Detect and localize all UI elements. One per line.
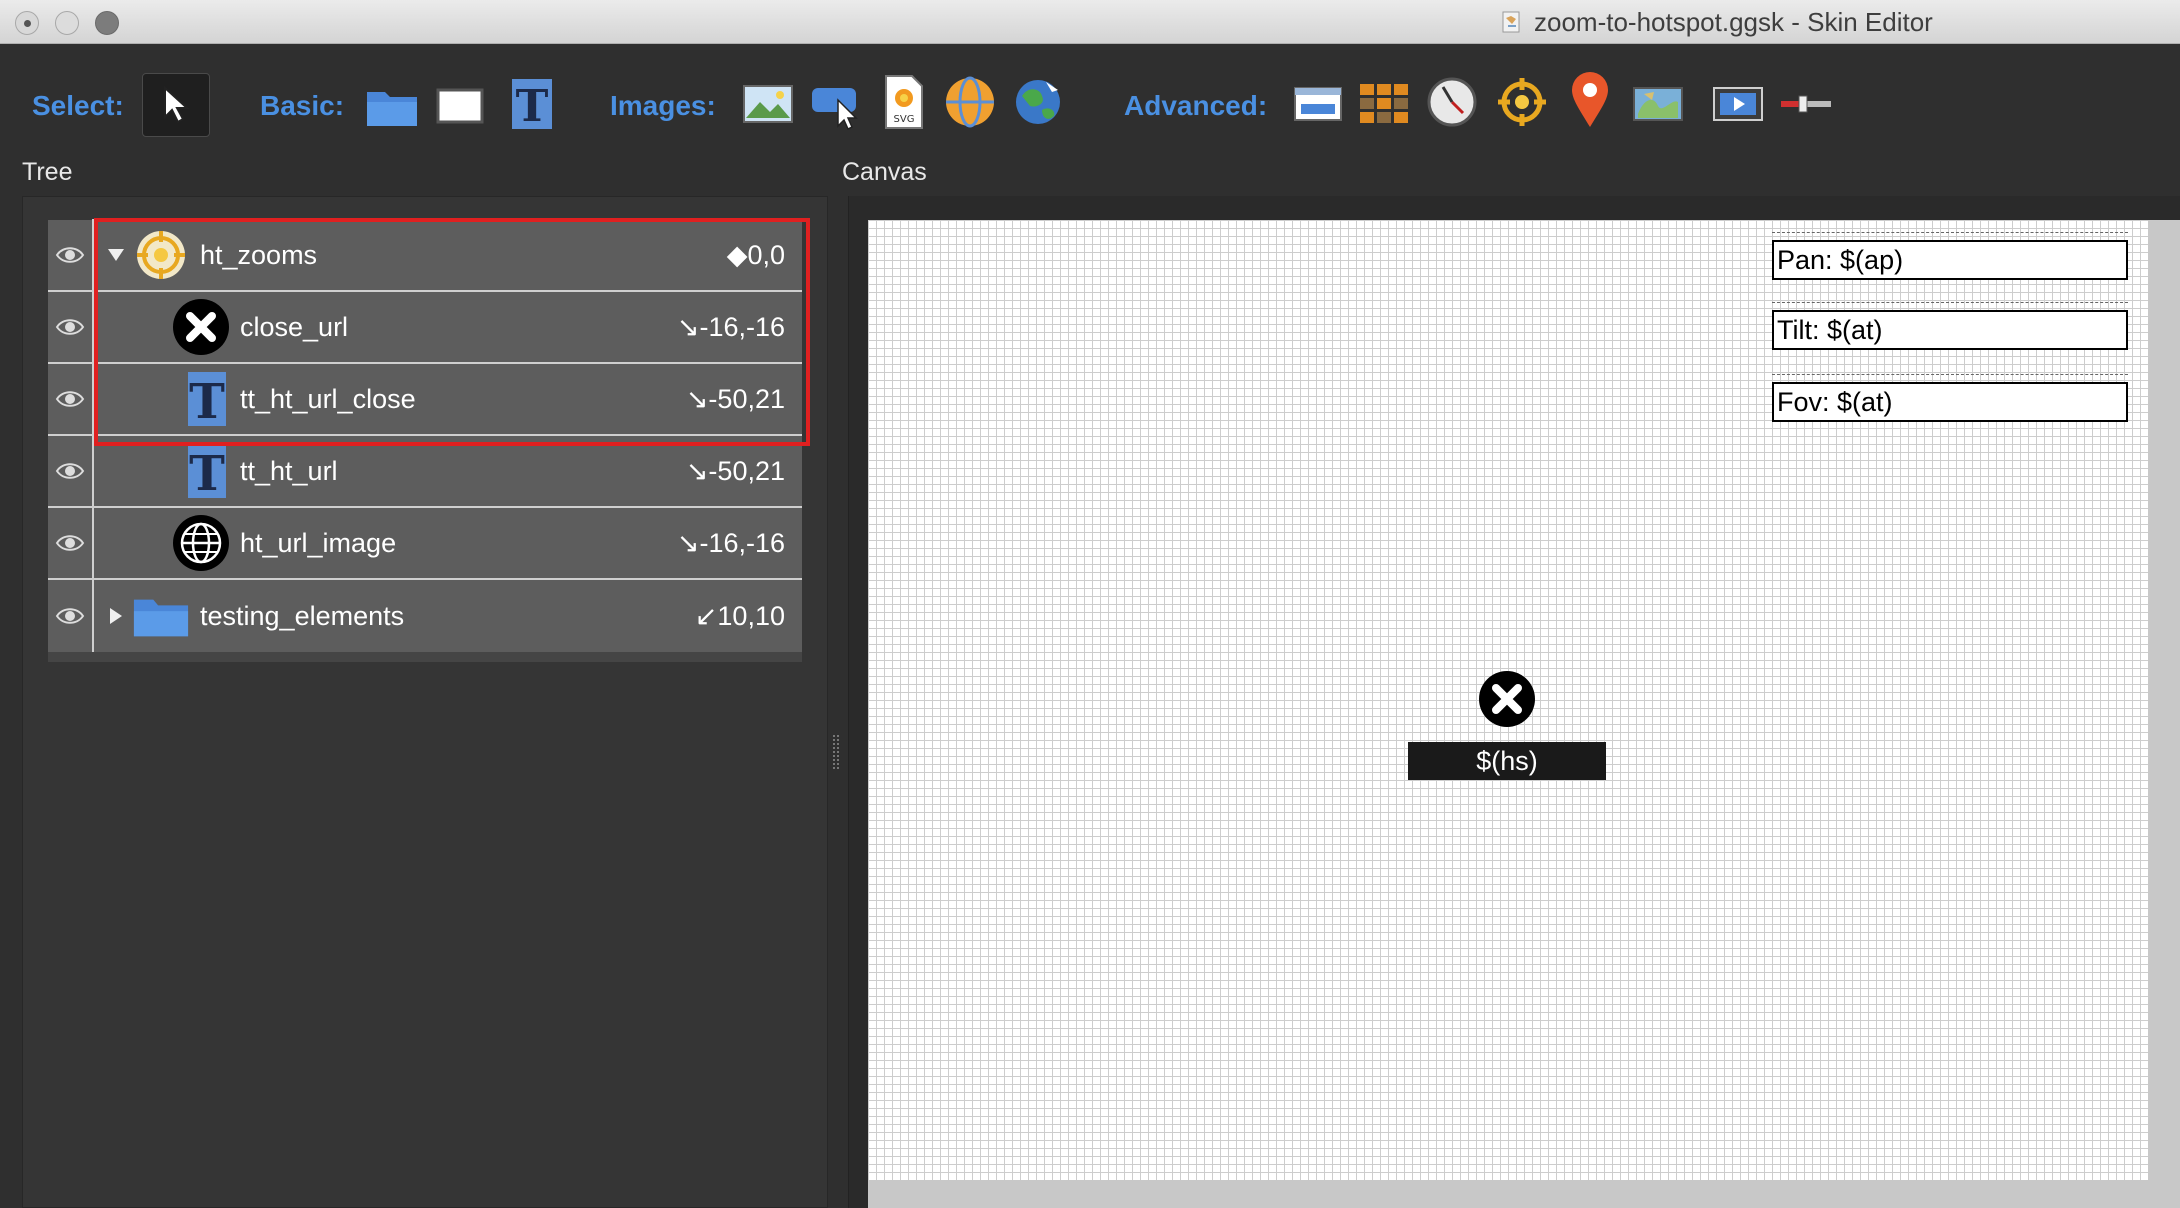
visibility-toggle[interactable] [48,363,94,435]
eye-icon [55,463,85,479]
tree-item-position: ↘-16,-16 [676,527,785,558]
hotspot-target-icon[interactable] [1494,74,1550,130]
tree-item-label: tt_ht_url_close [240,383,416,414]
eye-icon [55,535,85,551]
eye-icon [55,319,85,335]
window-title: zoom-to-hotspot.ggsk - Skin Editor [1534,6,1933,37]
hotspot-target-icon [132,226,190,284]
text-icon: T [178,442,236,500]
select-tool-button[interactable] [142,73,210,137]
video-icon[interactable] [1710,76,1766,132]
grid-icon[interactable] [1356,76,1412,132]
svg-text:T: T [189,446,225,500]
map-window-icon[interactable] [1290,76,1346,132]
fov-text-element[interactable]: Fov: $(at) [1772,382,2128,422]
advanced-label: Advanced: [1124,90,1268,121]
visibility-toggle[interactable] [48,291,94,363]
tree-row-tt-ht-url-close[interactable]: T tt_ht_url_close ↘-50,21 [48,363,802,436]
arrow-pointer-icon [164,85,190,124]
images-label: Images: [610,90,716,121]
tree-row-ht-url-image[interactable]: ht_url_image ↘-16,-16 [48,507,802,580]
guide-line [1772,302,2128,303]
select-label: Select: [32,90,124,121]
zoom-window-button[interactable] [95,11,119,35]
slider-icon[interactable] [1778,76,1834,132]
canvas-vertical-scrollbar[interactable] [2148,220,2180,1180]
tree-item-label: tt_ht_url [240,455,338,486]
tree-item-label: testing_elements [200,600,405,631]
globe-icon[interactable] [1010,74,1066,130]
text-icon: T [178,370,236,428]
minimize-window-button[interactable] [55,11,79,35]
guide-line [1772,232,2128,233]
tree-panel-title: Tree [22,158,73,186]
tree-list: ht_zooms ◆0,0 close_url ↘-16,-16 T tt_ht… [48,219,802,652]
tilt-text-element[interactable]: Tilt: $(at) [1772,310,2128,350]
tree-item-position: ↘-16,-16 [676,311,785,342]
tree-row-close-url[interactable]: close_url ↘-16,-16 [48,291,802,364]
canvas-horizontal-scrollbar[interactable] [868,1180,2180,1208]
visibility-toggle[interactable] [48,219,94,291]
folder-icon[interactable] [364,78,420,134]
tree-row-testing-elements[interactable]: testing_elements ↙10,10 [48,580,802,652]
svg-text:T: T [189,374,225,428]
tree-item-label: close_url [240,311,349,342]
button-image-icon[interactable] [808,78,864,134]
panel-splitter-handle[interactable] [833,735,839,769]
close-window-button[interactable] [15,11,39,35]
skin-editor-window: zoom-to-hotspot.ggsk - Skin Editor Selec… [0,0,2180,1208]
collapsed-triangle-icon[interactable] [106,606,126,626]
guide-line [1772,374,2128,375]
document-icon [1502,11,1520,33]
tree-item-position: ◆0,0 [726,239,785,270]
title-bar: zoom-to-hotspot.ggsk - Skin Editor [0,0,2180,44]
tree-item-label: ht_url_image [240,527,397,558]
basic-label: Basic: [260,90,345,121]
tree-item-position: ↘-50,21 [685,383,785,414]
canvas-panel-title: Canvas [842,158,927,186]
map-pin-icon[interactable] [1562,72,1618,128]
svg-text:T: T [516,81,549,131]
text-icon[interactable]: T [504,76,560,132]
eye-icon [55,391,85,407]
close-circle-icon [172,298,230,356]
tree-row-ht-zooms[interactable]: ht_zooms ◆0,0 [48,219,802,292]
panorama-sphere-icon[interactable] [942,74,998,130]
hotspot-label[interactable]: $(hs) [1408,742,1606,780]
visibility-toggle[interactable] [48,580,94,652]
tree-item-position: ↘-50,21 [685,455,785,486]
svg-icon[interactable]: SVG [876,74,932,130]
tree-row-tt-ht-url[interactable]: T tt_ht_url ↘-50,21 [48,435,802,508]
visibility-toggle[interactable] [48,507,94,579]
folder-icon [132,587,190,645]
map-icon[interactable] [1630,76,1686,132]
image-icon[interactable] [740,76,796,132]
tree-item-label: ht_zooms [200,239,318,270]
visibility-toggle[interactable] [48,435,94,507]
pan-text-element[interactable]: Pan: $(ap) [1772,240,2128,280]
eye-icon [55,608,85,624]
rectangle-icon[interactable] [432,78,488,134]
compass-icon[interactable] [1424,74,1480,130]
tree-list-footer [48,652,802,662]
svg-text:SVG: SVG [894,114,915,125]
expand-triangle-icon[interactable] [106,245,126,265]
close-circle-icon[interactable] [1478,670,1536,728]
tree-item-position: ↙10,10 [694,600,785,631]
globe-icon [172,514,230,572]
eye-icon [55,247,85,263]
